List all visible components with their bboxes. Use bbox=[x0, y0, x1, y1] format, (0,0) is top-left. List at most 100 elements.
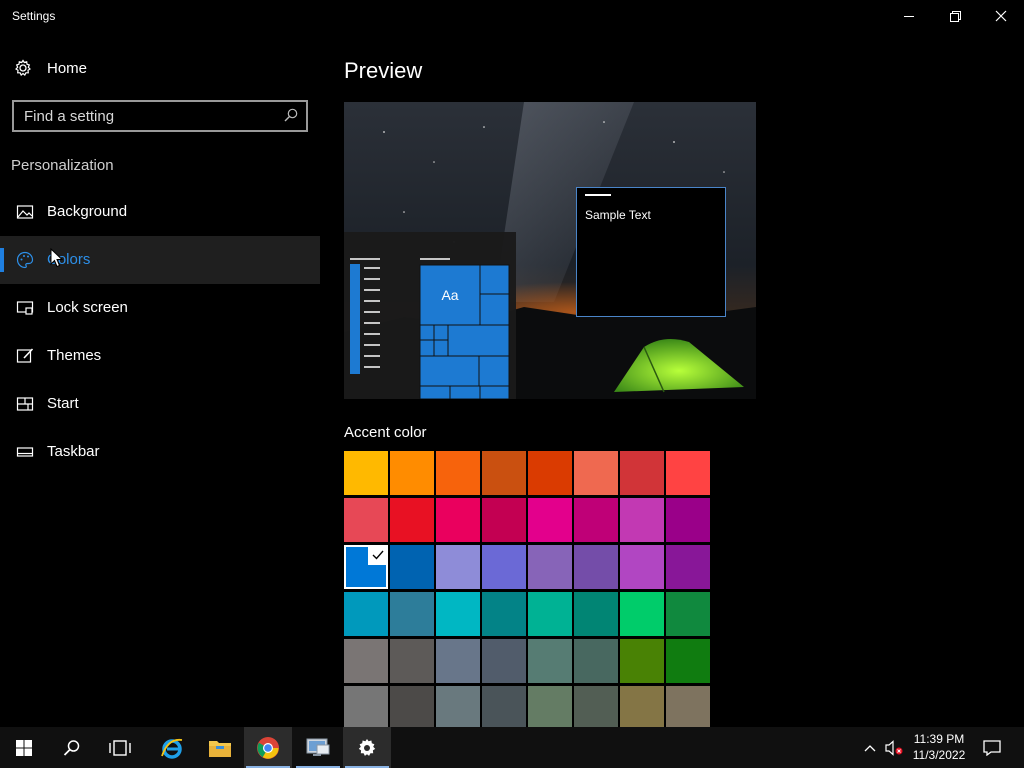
page-title: Preview bbox=[344, 58, 423, 83]
accent-color-swatch[interactable] bbox=[528, 545, 572, 589]
accent-color-swatch[interactable] bbox=[390, 545, 434, 589]
accent-color-swatch[interactable] bbox=[528, 639, 572, 683]
accent-color-swatch[interactable] bbox=[666, 686, 710, 728]
accent-color-swatch[interactable] bbox=[574, 498, 618, 542]
main-content: Preview Aa Sample Text Accent color bbox=[320, 32, 1024, 728]
accent-color-swatch[interactable] bbox=[390, 498, 434, 542]
accent-color-swatch[interactable] bbox=[620, 592, 664, 636]
clock[interactable]: 11:39 PM 11/3/2022 bbox=[906, 731, 972, 763]
accent-color-swatch[interactable] bbox=[574, 686, 618, 728]
accent-color-swatch[interactable] bbox=[436, 639, 480, 683]
accent-color-swatch[interactable] bbox=[436, 686, 480, 728]
accent-color-swatch[interactable] bbox=[482, 451, 526, 495]
minimize-icon bbox=[904, 15, 914, 17]
section-heading: Personalization bbox=[11, 157, 114, 174]
action-center-button[interactable] bbox=[978, 727, 1006, 768]
sidebar-item-lock-screen[interactable]: Lock screen bbox=[0, 284, 320, 332]
accent-color-swatch[interactable] bbox=[620, 498, 664, 542]
theme-preview: Aa Sample Text bbox=[344, 102, 756, 399]
minimize-button[interactable] bbox=[886, 0, 932, 32]
close-button[interactable] bbox=[978, 0, 1024, 32]
sidebar: Home Personalization Background Colors L… bbox=[0, 32, 320, 727]
accent-color-swatch[interactable] bbox=[390, 592, 434, 636]
taskbar-app-settings[interactable] bbox=[343, 727, 391, 768]
task-view-icon bbox=[109, 739, 131, 756]
taskbar-app-internet-explorer[interactable] bbox=[148, 727, 196, 768]
sidebar-item-label: Lock screen bbox=[47, 299, 128, 316]
title-bar: Settings bbox=[0, 0, 1024, 32]
preview-window-titlebar bbox=[585, 194, 611, 196]
search-box[interactable] bbox=[12, 100, 308, 132]
accent-color-swatch[interactable] bbox=[666, 592, 710, 636]
mouse-cursor-icon bbox=[50, 248, 64, 268]
selection-indicator bbox=[0, 248, 4, 272]
accent-color-swatch[interactable] bbox=[620, 451, 664, 495]
accent-color-swatch[interactable] bbox=[666, 451, 710, 495]
taskbar-icon bbox=[16, 447, 34, 457]
palette-icon bbox=[16, 251, 34, 269]
restore-icon bbox=[950, 11, 961, 22]
preview-sample-window: Sample Text bbox=[576, 187, 726, 317]
accent-color-swatch[interactable] bbox=[666, 545, 710, 589]
sidebar-item-themes[interactable]: Themes bbox=[0, 332, 320, 380]
sidebar-item-label: Taskbar bbox=[47, 443, 100, 460]
start-button[interactable] bbox=[0, 727, 48, 768]
sidebar-item-label: Themes bbox=[47, 347, 102, 364]
accent-color-swatch[interactable] bbox=[390, 639, 434, 683]
accent-color-swatch[interactable] bbox=[482, 686, 526, 728]
accent-color-swatch[interactable] bbox=[482, 639, 526, 683]
taskbar-search-button[interactable] bbox=[48, 727, 96, 768]
start-icon bbox=[16, 739, 32, 756]
accent-color-swatch[interactable] bbox=[344, 592, 388, 636]
volume-button[interactable] bbox=[882, 727, 906, 768]
accent-color-swatch[interactable] bbox=[482, 545, 526, 589]
picture-icon bbox=[16, 205, 34, 219]
accent-color-swatch[interactable] bbox=[436, 451, 480, 495]
sidebar-item-taskbar[interactable]: Taskbar bbox=[0, 428, 320, 476]
sidebar-item-start[interactable]: Start bbox=[0, 380, 320, 428]
accent-color-swatch[interactable] bbox=[574, 592, 618, 636]
search-input[interactable] bbox=[24, 107, 274, 125]
accent-color-swatch[interactable] bbox=[528, 686, 572, 728]
brush-icon bbox=[16, 348, 34, 363]
accent-color-swatch[interactable] bbox=[390, 686, 434, 728]
sidebar-item-label: Start bbox=[47, 395, 79, 412]
show-hidden-icons-button[interactable] bbox=[860, 727, 880, 768]
search-icon[interactable] bbox=[284, 108, 298, 122]
accent-color-heading: Accent color bbox=[344, 424, 427, 441]
accent-color-swatch[interactable] bbox=[436, 498, 480, 542]
task-view-button[interactable] bbox=[96, 727, 144, 768]
accent-color-swatch[interactable] bbox=[344, 498, 388, 542]
accent-color-swatch[interactable] bbox=[344, 639, 388, 683]
accent-color-swatch[interactable] bbox=[620, 639, 664, 683]
accent-color-swatch[interactable] bbox=[344, 686, 388, 728]
accent-color-swatch[interactable] bbox=[436, 592, 480, 636]
sidebar-item-background[interactable]: Background bbox=[0, 188, 320, 236]
accent-color-swatch[interactable] bbox=[620, 686, 664, 728]
accent-color-swatch[interactable] bbox=[528, 451, 572, 495]
accent-color-swatch[interactable] bbox=[436, 545, 480, 589]
accent-color-swatch[interactable] bbox=[574, 545, 618, 589]
internet-explorer-icon bbox=[161, 738, 183, 759]
accent-color-swatch[interactable] bbox=[528, 592, 572, 636]
sidebar-item-label: Background bbox=[47, 203, 128, 220]
restore-button[interactable] bbox=[932, 0, 978, 32]
chrome-icon bbox=[257, 736, 279, 759]
accent-color-swatch[interactable] bbox=[482, 498, 526, 542]
accent-color-swatch[interactable] bbox=[390, 451, 434, 495]
accent-color-swatch[interactable] bbox=[574, 639, 618, 683]
home-nav-item[interactable]: Home bbox=[0, 52, 320, 86]
accent-color-swatch[interactable] bbox=[666, 498, 710, 542]
accent-color-swatch[interactable] bbox=[482, 592, 526, 636]
sidebar-item-colors[interactable]: Colors bbox=[0, 236, 320, 284]
taskbar-app-remote-desktop[interactable] bbox=[294, 727, 342, 768]
accent-color-swatch[interactable] bbox=[344, 451, 388, 495]
taskbar-app-chrome[interactable] bbox=[244, 727, 292, 768]
accent-color-swatch[interactable] bbox=[666, 639, 710, 683]
accent-color-swatch[interactable] bbox=[344, 545, 388, 589]
taskbar: 11:39 PM 11/3/2022 bbox=[0, 727, 1024, 768]
accent-color-swatch[interactable] bbox=[528, 498, 572, 542]
taskbar-app-file-explorer[interactable] bbox=[196, 727, 244, 768]
accent-color-swatch[interactable] bbox=[574, 451, 618, 495]
accent-color-swatch[interactable] bbox=[620, 545, 664, 589]
